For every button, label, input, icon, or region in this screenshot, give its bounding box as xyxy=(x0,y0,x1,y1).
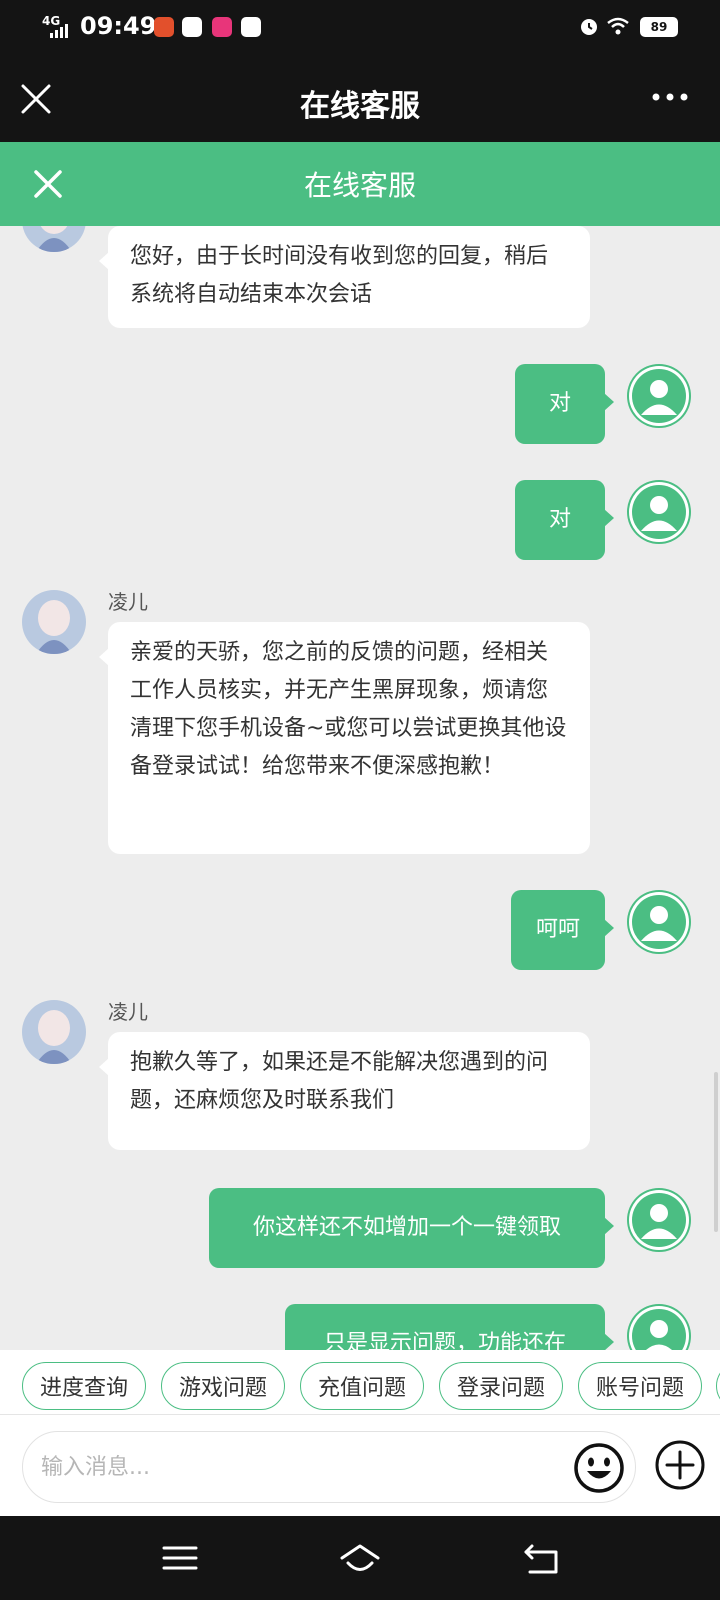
agent-message-bubble: 抱歉久等了，如果还是不能解决您遇到的问题，还麻烦您及时联系我们 xyxy=(99,1032,590,1150)
chip-label: 游戏问题 xyxy=(178,1376,267,1401)
user-avatar xyxy=(627,364,691,428)
quick-topic-game[interactable]: 游戏问题 xyxy=(161,1362,285,1410)
chip-label: 进度查询 xyxy=(39,1376,128,1401)
page-title: 在线客服 xyxy=(303,169,416,202)
user-message-bubble: 对 xyxy=(515,480,614,560)
user-avatar xyxy=(627,890,691,954)
chat-scrollbar[interactable] xyxy=(714,1072,718,1232)
app-notification-icon xyxy=(182,17,202,37)
agent-message-bubble: 您好，由于长时间没有收到您的回复，稍后系统将自动结束本次会话 xyxy=(99,226,590,328)
message-text: 你这样还不如增加一个一键领取 xyxy=(252,1215,561,1240)
agent-avatar xyxy=(22,590,86,654)
agent-name: 凌儿 xyxy=(108,1000,148,1024)
chip-label: 账号问题 xyxy=(595,1376,684,1401)
battery-indicator: 89 xyxy=(640,17,678,37)
user-message-bubble: 呵呵 xyxy=(511,890,614,970)
user-avatar xyxy=(627,1304,691,1350)
more-icon[interactable] xyxy=(650,82,690,118)
message-text: 对 xyxy=(548,507,571,532)
message-input[interactable] xyxy=(39,1446,543,1488)
app-notification-icon xyxy=(154,17,174,37)
message-text: 对 xyxy=(548,391,571,416)
message-text: 抱歉久等了，如果还是不能解决您遇到的问题，还麻烦您及时联系我们 xyxy=(130,1050,549,1113)
user-avatar xyxy=(627,480,691,544)
quick-topic-more[interactable] xyxy=(716,1362,720,1410)
user-message-bubble: 对 xyxy=(515,364,614,444)
status-bar: 4G 09:49 89 xyxy=(0,0,720,56)
battery-level: 89 xyxy=(650,20,668,34)
agent-avatar xyxy=(22,1000,86,1064)
quick-topics-bar: 进度查询 游戏问题 充值问题 登录问题 账号问题 xyxy=(0,1350,720,1414)
emoji-icon[interactable] xyxy=(573,1442,625,1494)
clock: 09:49 xyxy=(80,12,157,40)
chip-label: 充值问题 xyxy=(317,1376,406,1401)
app-notification-icon xyxy=(212,17,232,37)
chat-area[interactable]: 您好，由于长时间没有收到您的回复，稍后系统将自动结束本次会话 对 对 凌儿 亲爱… xyxy=(0,226,720,1350)
browser-title-bar: 在线客服 xyxy=(0,56,720,142)
tiktok-icon xyxy=(241,17,261,37)
quick-topic-recharge[interactable]: 充值问题 xyxy=(300,1362,424,1410)
system-nav-bar xyxy=(0,1516,720,1600)
wifi-icon xyxy=(607,17,629,35)
agent-avatar xyxy=(22,226,86,252)
message-text: 呵呵 xyxy=(535,917,580,942)
message-text: 亲爱的天骄，您之前的反馈的问题，经相关工作人员核实，并无产生黑屏现象，烦请您清理… xyxy=(130,640,567,779)
back-icon[interactable] xyxy=(520,1536,564,1580)
quick-topic-login[interactable]: 登录问题 xyxy=(439,1362,563,1410)
message-input-box[interactable] xyxy=(22,1431,636,1503)
agent-message-bubble: 亲爱的天骄，您之前的反馈的问题，经相关工作人员核实，并无产生黑屏现象，烦请您清理… xyxy=(99,622,590,854)
user-avatar xyxy=(627,1188,691,1252)
menu-icon[interactable] xyxy=(158,1536,202,1580)
page-header: 在线客服 xyxy=(0,142,720,226)
user-message-bubble: 你这样还不如增加一个一键领取 xyxy=(209,1188,614,1268)
quick-topic-account[interactable]: 账号问题 xyxy=(578,1362,702,1410)
message-text: 您好，由于长时间没有收到您的回复，稍后系统将自动结束本次会话 xyxy=(130,244,549,307)
signal-icon xyxy=(50,24,68,38)
message-composer xyxy=(0,1414,720,1517)
quick-topic-progress[interactable]: 进度查询 xyxy=(22,1362,146,1410)
plus-icon[interactable] xyxy=(654,1439,706,1491)
chip-label: 登录问题 xyxy=(456,1376,545,1401)
message-text: 只是显示问题，功能还在 xyxy=(323,1331,566,1350)
agent-name: 凌儿 xyxy=(108,590,148,614)
window-title: 在线客服 xyxy=(300,89,420,124)
alarm-icon xyxy=(581,19,597,35)
home-icon[interactable] xyxy=(338,1536,382,1580)
user-message-bubble: 只是显示问题，功能还在 xyxy=(285,1304,614,1350)
